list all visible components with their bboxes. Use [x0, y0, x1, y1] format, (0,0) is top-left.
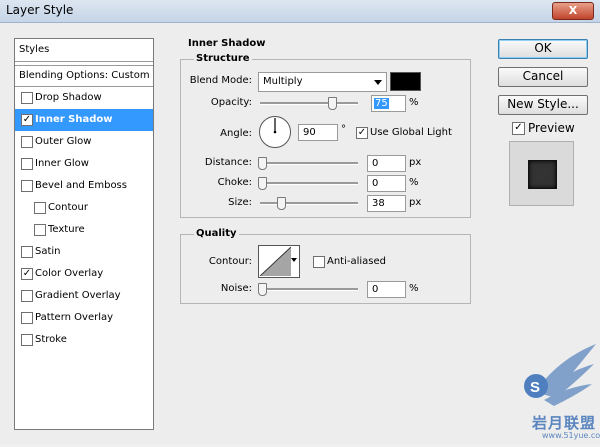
contour-preview-icon	[260, 247, 291, 276]
anti-aliased-checkbox[interactable]	[313, 256, 325, 268]
style-item-label: Satin	[35, 246, 61, 257]
distance-input[interactable]: 0	[367, 155, 406, 172]
blending-options-item[interactable]: Blending Options: Custom	[15, 65, 153, 87]
style-item-outer-glow[interactable]: Outer Glow	[15, 131, 153, 153]
style-item-label: Texture	[48, 224, 85, 235]
distance-unit: px	[409, 157, 422, 168]
style-checkbox[interactable]	[21, 136, 33, 148]
size-slider[interactable]	[260, 202, 358, 205]
style-checkbox[interactable]	[21, 92, 33, 104]
style-checkbox[interactable]	[21, 246, 33, 258]
style-item-label: Outer Glow	[35, 136, 92, 147]
style-item-texture[interactable]: Texture	[15, 219, 153, 241]
inner-shadow-title: Inner Shadow	[186, 38, 268, 49]
style-checkbox[interactable]	[21, 158, 33, 170]
noise-slider-thumb[interactable]	[258, 283, 267, 296]
use-global-light-checkbox[interactable]: ✓	[356, 127, 368, 139]
noise-slider[interactable]	[260, 288, 358, 291]
noise-label: Noise:	[220, 283, 252, 294]
watermark-logo: S 岩月联盟 www.51yue.com	[498, 338, 600, 444]
svg-text:S: S	[530, 379, 540, 396]
quality-title: Quality	[194, 228, 239, 239]
opacity-slider-thumb[interactable]	[327, 97, 337, 110]
contour-picker[interactable]	[258, 245, 300, 278]
opacity-slider[interactable]	[260, 102, 358, 105]
style-item-stroke[interactable]: Stroke	[15, 329, 153, 351]
distance-slider[interactable]	[260, 162, 358, 165]
choke-unit: %	[409, 177, 419, 188]
use-global-light-label: Use Global Light	[370, 127, 452, 138]
style-checkbox[interactable]	[21, 334, 33, 346]
style-checkbox[interactable]	[21, 312, 33, 324]
style-checkbox[interactable]	[34, 202, 46, 214]
angle-unit: °	[341, 124, 346, 135]
opacity-unit: %	[409, 97, 419, 108]
choke-label: Choke:	[217, 177, 252, 188]
window-title: Layer Style	[6, 3, 74, 17]
blend-mode-select[interactable]: Multiply	[258, 72, 387, 92]
style-item-satin[interactable]: Satin	[15, 241, 153, 263]
shadow-color-swatch[interactable]	[390, 72, 421, 91]
style-item-gradient-overlay[interactable]: Gradient Overlay	[15, 285, 153, 307]
choke-slider-thumb[interactable]	[258, 177, 267, 190]
blend-mode-label: Blend Mode:	[189, 75, 252, 86]
watermark-text: 岩月联盟	[532, 414, 597, 432]
structure-title: Structure	[194, 53, 252, 64]
choke-input[interactable]: 0	[367, 175, 406, 192]
watermark-url: www.51yue.com	[542, 431, 600, 440]
preview-label: Preview	[528, 121, 575, 135]
noise-input[interactable]: 0	[367, 281, 406, 298]
angle-dial-icon[interactable]	[258, 115, 292, 149]
ok-button[interactable]: OK	[498, 39, 588, 59]
style-item-label: Gradient Overlay	[35, 290, 121, 301]
style-item-inner-shadow[interactable]: ✓ Inner Shadow	[15, 109, 153, 131]
new-style-button[interactable]: New Style...	[498, 95, 588, 115]
style-item-contour[interactable]: Contour	[15, 197, 153, 219]
chevron-down-icon	[374, 80, 382, 85]
size-unit: px	[409, 197, 422, 208]
style-item-label: Bevel and Emboss	[35, 180, 127, 191]
opacity-label: Opacity:	[210, 97, 252, 108]
style-item-bevel-and-emboss[interactable]: Bevel and Emboss	[15, 175, 153, 197]
choke-slider[interactable]	[260, 182, 358, 185]
style-item-label: Stroke	[35, 334, 67, 345]
style-item-label: Inner Shadow	[35, 114, 113, 125]
close-button[interactable]: X	[552, 2, 594, 20]
style-checkbox[interactable]: ✓	[21, 114, 33, 126]
chevron-down-icon	[291, 258, 297, 262]
anti-aliased-label: Anti-aliased	[327, 256, 387, 267]
preview-shape	[528, 160, 557, 189]
angle-label: Angle:	[220, 128, 252, 139]
title-bar: Layer Style X	[0, 0, 600, 23]
style-preview-swatch	[509, 141, 574, 206]
angle-input[interactable]: 90	[298, 124, 338, 141]
style-item-label: Contour	[48, 202, 88, 213]
layer-style-dialog: Layer Style X Styles Blending Options: C…	[0, 0, 600, 444]
style-checkbox[interactable]	[21, 180, 33, 192]
distance-label: Distance:	[204, 157, 252, 168]
preview-checkbox[interactable]: ✓	[512, 122, 525, 135]
size-slider-thumb[interactable]	[277, 197, 286, 210]
styles-list: Styles Blending Options: Custom Drop Sha…	[14, 38, 154, 430]
size-label: Size:	[228, 197, 252, 208]
style-item-label: Pattern Overlay	[35, 312, 114, 323]
style-item-label: Inner Glow	[35, 158, 89, 169]
styles-header[interactable]: Styles	[15, 39, 153, 62]
style-item-color-overlay[interactable]: ✓ Color Overlay	[15, 263, 153, 285]
style-item-label: Drop Shadow	[35, 92, 102, 103]
style-checkbox[interactable]: ✓	[21, 268, 33, 280]
style-item-drop-shadow[interactable]: Drop Shadow	[15, 87, 153, 109]
noise-unit: %	[409, 283, 419, 294]
blend-mode-value: Multiply	[263, 76, 303, 87]
opacity-input[interactable]: 75	[371, 95, 406, 112]
style-item-inner-glow[interactable]: Inner Glow	[15, 153, 153, 175]
style-checkbox[interactable]	[34, 224, 46, 236]
style-checkbox[interactable]	[21, 290, 33, 302]
distance-slider-thumb[interactable]	[258, 157, 267, 170]
style-item-label: Color Overlay	[35, 268, 104, 279]
style-item-pattern-overlay[interactable]: Pattern Overlay	[15, 307, 153, 329]
cancel-button[interactable]: Cancel	[498, 67, 588, 87]
size-input[interactable]: 38	[367, 195, 406, 212]
contour-label: Contour:	[208, 256, 252, 267]
